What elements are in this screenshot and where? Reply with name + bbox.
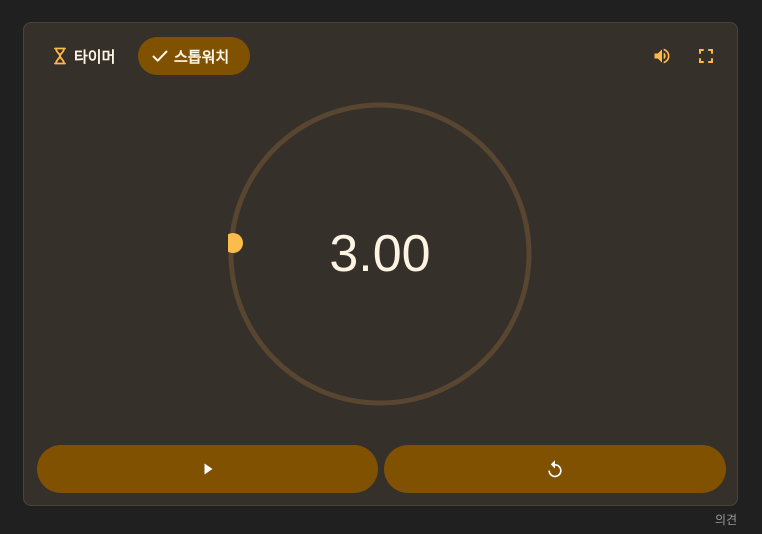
fullscreen-button[interactable] xyxy=(693,43,719,69)
tab-timer[interactable]: 타이머 xyxy=(40,37,125,75)
start-button[interactable] xyxy=(37,445,378,493)
elapsed-time: 3.00 xyxy=(329,225,431,283)
feedback-link[interactable]: 의견 xyxy=(715,511,737,528)
tab-timer-label: 타이머 xyxy=(74,47,116,66)
tab-stopwatch-label: 스톱워치 xyxy=(174,47,230,66)
tab-stopwatch[interactable]: 스톱워치 xyxy=(138,37,250,75)
volume-button[interactable] xyxy=(649,43,675,69)
hourglass-icon xyxy=(54,47,66,65)
reset-icon xyxy=(548,460,562,478)
check-icon xyxy=(152,50,168,62)
stopwatch-card: 타이머 스톱워치 3.00 xyxy=(23,22,738,506)
fullscreen-icon xyxy=(699,49,713,63)
volume-icon xyxy=(654,48,670,64)
reset-button[interactable] xyxy=(384,445,726,493)
play-icon xyxy=(204,463,212,475)
